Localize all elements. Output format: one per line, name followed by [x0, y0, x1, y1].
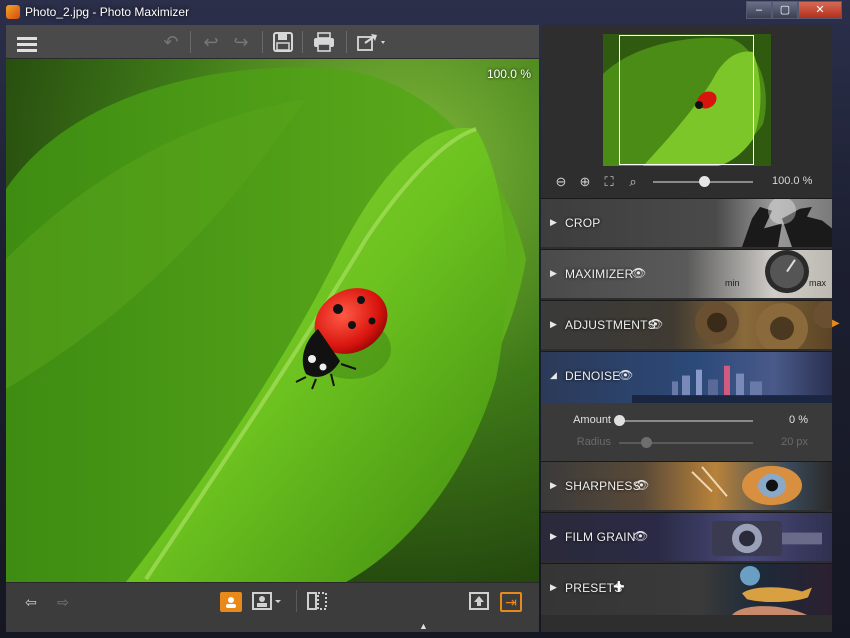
- editor-panel: ↶ ↩ ↪ 100.0 % ⇦ ⇨ ⇥: [6, 25, 539, 632]
- section-film-grain-label: FILM GRAIN: [565, 530, 636, 544]
- amount-label: Amount: [573, 414, 611, 426]
- denoise-amount-row: Amount 0 %: [541, 411, 832, 431]
- amount-slider-knob[interactable]: [614, 415, 625, 426]
- exit-icon[interactable]: ⇥: [500, 592, 522, 612]
- toolbar-divider: [302, 31, 303, 53]
- radius-value: 20 px: [781, 436, 808, 448]
- section-film-grain[interactable]: ▶ FILM GRAIN 👁: [541, 512, 832, 561]
- window-title: Photo_2.jpg - Photo Maximizer: [25, 5, 190, 19]
- adjustments-panel: ⊖ ⊕ ⛶ ⌕ 100.0 % ▶ CROP ▶ MAXIMIZER 👁 min…: [541, 25, 832, 632]
- single-view-icon[interactable]: [220, 592, 242, 612]
- visibility-eye-icon[interactable]: 👁: [631, 266, 646, 280]
- previous-icon[interactable]: ⇦: [20, 592, 42, 612]
- sharpness-banner-image: [691, 465, 802, 506]
- expand-arrow-icon: ▶: [550, 319, 557, 329]
- redo-icon[interactable]: ↪: [228, 30, 254, 54]
- section-presets[interactable]: ▶ PRESETS +: [541, 563, 832, 615]
- zoom-slider-knob[interactable]: [699, 176, 710, 187]
- radius-slider-knob[interactable]: [640, 437, 652, 448]
- photo-canvas[interactable]: 100.0 %: [6, 59, 539, 582]
- add-preset-icon[interactable]: +: [613, 576, 625, 599]
- zoom-in-icon[interactable]: ⊕: [576, 173, 594, 191]
- app-window: Photo_2.jpg - Photo Maximizer – ▢ ✕ ↶ ↩ …: [0, 0, 850, 638]
- section-adjustments-label: ADJUSTMENTS: [565, 318, 656, 332]
- split-view-icon[interactable]: [306, 592, 328, 612]
- expand-arrow-icon: ▶: [550, 480, 557, 490]
- zoom-out-icon[interactable]: ⊖: [552, 173, 570, 191]
- amount-slider-track[interactable]: [619, 420, 753, 422]
- canvas-zoom-label: 100.0 %: [486, 67, 531, 81]
- navigator-thumbnail[interactable]: [603, 34, 771, 166]
- navigator-viewport-frame[interactable]: [619, 35, 754, 165]
- section-denoise-label: DENOISE: [565, 369, 621, 383]
- bottom-toolbar: ⇦ ⇨ ⇥: [6, 582, 539, 632]
- next-icon[interactable]: ⇨: [52, 592, 74, 612]
- toolbar-divider: [190, 31, 191, 53]
- expand-arrow-icon: ▶: [550, 531, 557, 541]
- section-sharpness[interactable]: ▶ SHARPNESS 👁: [541, 461, 832, 510]
- minimize-button[interactable]: –: [746, 1, 772, 19]
- visibility-eye-icon[interactable]: 👁: [634, 478, 649, 492]
- actual-size-icon[interactable]: ⌕: [624, 173, 642, 191]
- undo-icon[interactable]: ↩: [198, 30, 224, 54]
- expand-arrow-icon: ▶: [550, 582, 557, 592]
- app-logo-icon: [6, 5, 20, 19]
- maximize-button[interactable]: ▢: [772, 1, 798, 19]
- visibility-eye-icon[interactable]: 👁: [618, 368, 633, 382]
- main-toolbar: ↶ ↩ ↪: [6, 25, 539, 59]
- bottom-collapse-arrow-icon[interactable]: ▲: [419, 621, 428, 631]
- bottom-divider: [296, 590, 297, 612]
- section-denoise[interactable]: ◢ DENOISE 👁: [541, 351, 832, 403]
- crop-banner-image: [742, 199, 832, 247]
- collapse-arrow-icon: ◢: [550, 370, 557, 380]
- section-maximizer[interactable]: ▶ MAXIMIZER 👁 min max: [541, 249, 832, 298]
- window-controls: – ▢ ✕: [746, 1, 842, 19]
- revert-icon[interactable]: ↶: [158, 30, 184, 54]
- section-maximizer-label: MAXIMIZER: [565, 267, 634, 281]
- visibility-eye-icon[interactable]: 👁: [633, 529, 648, 543]
- expand-arrow-icon: ▶: [550, 268, 557, 278]
- denoise-radius-row: Radius 20 px: [541, 433, 832, 453]
- toolbar-divider: [262, 31, 263, 53]
- fit-icon[interactable]: ⛶: [600, 173, 618, 191]
- upload-icon[interactable]: [468, 592, 490, 612]
- maximizer-max-label: max: [809, 278, 827, 288]
- radius-label: Radius: [576, 436, 611, 448]
- share-icon[interactable]: [355, 30, 389, 54]
- amount-value: 0 %: [789, 414, 808, 426]
- presets-banner-image: [732, 565, 812, 615]
- panel-collapse-arrow-icon[interactable]: ▶: [832, 318, 844, 330]
- maximizer-min-label: min: [725, 278, 740, 288]
- section-sharpness-label: SHARPNESS: [565, 479, 641, 493]
- section-adjustments[interactable]: ▶ ADJUSTMENTS 👁: [541, 300, 832, 349]
- print-icon[interactable]: [311, 30, 337, 54]
- maximizer-banner-image: [765, 250, 809, 294]
- navigator-zoom-value: 100.0 %: [772, 175, 813, 187]
- close-button[interactable]: ✕: [798, 1, 842, 19]
- visibility-eye-icon[interactable]: 👁: [648, 317, 663, 331]
- film-grain-banner-image: [712, 520, 822, 557]
- navigator-zoom-row: ⊖ ⊕ ⛶ ⌕ 100.0 %: [541, 171, 832, 193]
- section-crop[interactable]: ▶ CROP: [541, 198, 832, 247]
- save-icon[interactable]: [270, 30, 296, 54]
- denoise-controls: Amount 0 % Radius 20 px: [541, 403, 832, 461]
- title-bar: Photo_2.jpg - Photo Maximizer – ▢ ✕: [0, 0, 850, 24]
- denoise-banner-image: [632, 365, 832, 403]
- radius-slider-track[interactable]: [619, 442, 753, 444]
- expand-arrow-icon: ▶: [550, 217, 557, 227]
- toolbar-divider: [346, 31, 347, 53]
- section-crop-label: CROP: [565, 216, 601, 230]
- photo-image: [6, 59, 539, 582]
- compare-view-icon[interactable]: [252, 592, 282, 612]
- menu-icon[interactable]: [14, 30, 40, 54]
